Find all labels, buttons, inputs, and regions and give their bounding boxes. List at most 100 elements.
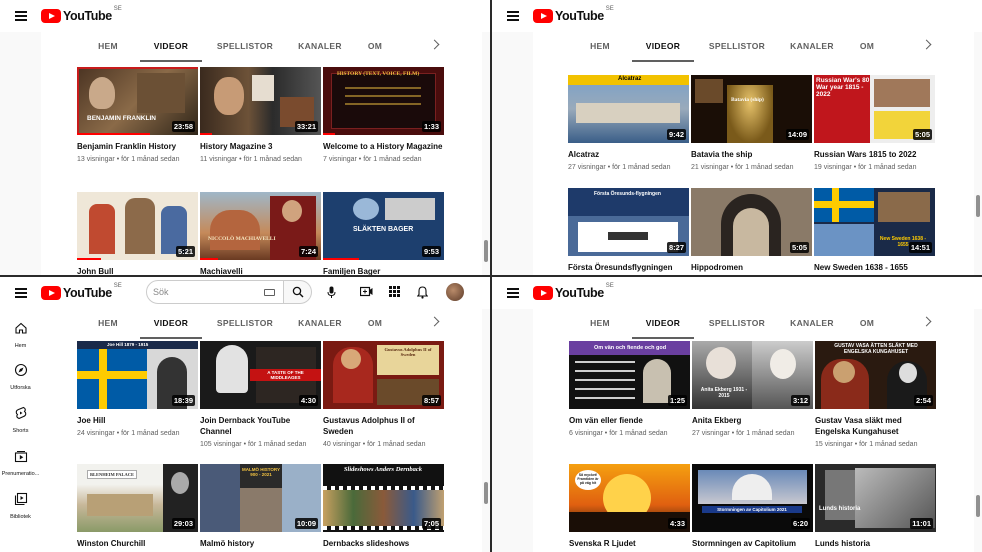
chevron-right-icon[interactable] [429,316,440,327]
menu-icon[interactable] [507,288,519,298]
video-card[interactable]: Första Öresunds-flygningen 8:27 Första Ö… [568,188,689,273]
video-card[interactable]: MALMÖ HISTORY 900 - 2021 10:09 Malmö his… [200,464,321,549]
video-title[interactable]: Winston Churchill [77,538,198,549]
video-thumbnail[interactable]: Batavia (ship) 14:09 [691,75,812,143]
tab-videos[interactable]: VIDEOR [632,309,694,339]
tab-about[interactable]: OM [360,309,390,339]
chevron-right-icon[interactable] [429,39,440,50]
video-title[interactable]: Lunds historia [815,538,936,549]
video-thumbnail[interactable]: SLÄKTEN BAGER 9:53 [323,192,444,260]
video-title[interactable]: New Sweden 1638 - 1655 [814,262,935,273]
video-title[interactable]: Hippodromen [691,262,812,273]
microphone-icon[interactable] [327,286,336,299]
video-thumbnail[interactable]: MALMÖ HISTORY 900 - 2021 10:09 [200,464,321,532]
video-title[interactable]: Stormningen av Capitolium [692,538,813,549]
tab-videos[interactable]: VIDEOR [632,32,694,62]
video-thumbnail[interactable]: New Sweden 1638 - 1655 14:51 [814,188,935,256]
video-thumbnail[interactable]: Lunds historia 11:01 [815,464,936,532]
scrollbar-thumb[interactable] [484,240,488,262]
tab-playlists[interactable]: SPELLISTOR [702,309,772,339]
tab-videos[interactable]: VIDEOR [140,32,202,62]
scrollbar-thumb[interactable] [976,195,980,217]
search-button[interactable] [284,280,312,304]
video-title[interactable]: Batavia the ship [691,149,812,160]
video-card[interactable]: SLÄKTEN BAGER 9:53 Familjen Bager [323,192,444,275]
video-title[interactable]: Join Dernback YouTube Channel [200,415,321,437]
sidebar-item-shorts[interactable]: Shorts [0,406,41,434]
video-card[interactable]: Russian War's 80 War year 1815 - 2022 5:… [814,75,935,172]
video-title[interactable]: Dernbacks slideshows [323,538,444,549]
chevron-right-icon[interactable] [921,316,932,327]
tab-channels[interactable]: KANALER [782,309,842,339]
video-title[interactable]: Machiavelli [200,266,321,275]
video-card[interactable]: Lunds historia 11:01 Lunds historia [815,464,936,549]
video-card[interactable]: HISTORY (TEXT, VOICE, FILM) 1:33 Welcome… [323,67,444,164]
avatar[interactable] [446,283,464,301]
video-card[interactable]: Alcatraz 9:42 Alcatraz 27 visningar • fö… [568,75,689,172]
tab-home[interactable]: HEM [573,309,627,339]
video-title[interactable]: Russian Wars 1815 to 2022 [814,149,935,160]
video-thumbnail[interactable]: Anita Ekberg 1931 - 2015 3:12 [692,341,813,409]
video-thumbnail[interactable]: 5:21 [77,192,198,260]
sidebar-item-home[interactable]: Hem [0,321,41,349]
sidebar-item-library[interactable]: Bibliotek [0,492,41,520]
notifications-bell-icon[interactable] [417,286,428,299]
search-input[interactable]: Sök [146,280,284,304]
video-thumbnail[interactable]: Alcatraz 9:42 [568,75,689,143]
video-title[interactable]: Malmö history [200,538,321,549]
tab-home[interactable]: HEM [81,32,135,62]
youtube-logo[interactable]: YouTube SE [41,283,122,300]
tab-channels[interactable]: KANALER [290,309,350,339]
video-title[interactable]: Benjamin Franklin History [77,141,198,152]
video-card[interactable]: Joe Hill 1879 - 1915 18:39 Joe Hill 24 v… [77,341,198,438]
tab-about[interactable]: OM [852,309,882,339]
video-card[interactable]: GUSTAV VASA ÄTTEN SLÄKT MED ENGELSKA KUN… [815,341,936,449]
video-thumbnail[interactable]: GUSTAV VASA ÄTTEN SLÄKT MED ENGELSKA KUN… [815,341,936,409]
apps-grid-icon[interactable] [389,286,400,297]
video-title[interactable]: Anita Ekberg [692,415,813,426]
tab-home[interactable]: HEM [81,309,135,339]
tab-home[interactable]: HEM [573,32,627,62]
video-title[interactable]: Familjen Bager [323,266,444,275]
video-title[interactable]: Om vän eller fiende [569,415,690,426]
create-video-icon[interactable] [360,286,373,297]
video-card[interactable]: 5:21 John Bull [77,192,198,275]
video-thumbnail[interactable]: 33:21 [200,67,321,135]
tab-videos[interactable]: VIDEOR [140,309,202,339]
video-thumbnail[interactable]: 5:05 [691,188,812,256]
video-card[interactable]: Batavia (ship) 14:09 Batavia the ship 21… [691,75,812,172]
video-thumbnail[interactable]: A TASTE OF THE MIDDLEAGES 4:30 [200,341,321,409]
chevron-right-icon[interactable] [921,39,932,50]
video-thumbnail[interactable]: Slideshows Anders Dernback 7:05 [323,464,444,532]
video-thumbnail[interactable]: Om vän och fiende och god 1:25 [569,341,690,409]
video-title[interactable]: Welcome to a History Magazine [323,141,444,152]
sidebar-item-subscriptions[interactable]: Prenumeratio... [0,449,41,477]
video-thumbnail[interactable]: HISTORY (TEXT, VOICE, FILM) 1:33 [323,67,444,135]
video-title[interactable]: Första Öresundsflygningen [568,262,689,273]
video-thumbnail[interactable]: Joe Hill 1879 - 1915 18:39 [77,341,198,409]
video-thumbnail[interactable]: Gustavus Adolphus II of Sweden 8:57 [323,341,444,409]
youtube-logo[interactable]: YouTube SE [533,6,614,23]
tab-playlists[interactable]: SPELLISTOR [210,32,280,62]
tab-playlists[interactable]: SPELLISTOR [702,32,772,62]
video-card[interactable]: 5:05 Hippodromen [691,188,812,273]
sidebar-item-explore[interactable]: Utforska [0,363,41,391]
video-card[interactable]: BENJAMIN FRANKLIN 23:58 Benjamin Frankli… [77,67,198,164]
video-card[interactable]: Så mycket! Framtiden är på väg hit 4:33 … [569,464,690,549]
video-card[interactable]: Anita Ekberg 1931 - 2015 3:12 Anita Ekbe… [692,341,813,438]
video-card[interactable]: BLENHEIM PALACE 29:03 Winston Churchill [77,464,198,549]
menu-icon[interactable] [15,11,27,21]
video-card[interactable]: NICCOLÒ MACHIAVELLI 7:24 Machiavelli [200,192,321,275]
video-thumbnail[interactable]: Så mycket! Framtiden är på väg hit 4:33 [569,464,690,532]
video-thumbnail[interactable]: NICCOLÒ MACHIAVELLI 7:24 [200,192,321,260]
video-card[interactable]: A TASTE OF THE MIDDLEAGES 4:30 Join Dern… [200,341,321,449]
video-card[interactable]: Slideshows Anders Dernback 7:05 Dernback… [323,464,444,549]
menu-icon[interactable] [507,11,519,21]
tab-about[interactable]: OM [852,32,882,62]
video-title[interactable]: Joe Hill [77,415,198,426]
video-title[interactable]: Alcatraz [568,149,689,160]
video-title[interactable]: Gustav Vasa släkt med Engelska Kungahuse… [815,415,936,437]
video-card[interactable]: Stormningen av Capitolium 2021 6:20 Stor… [692,464,813,549]
tab-channels[interactable]: KANALER [290,32,350,62]
tab-channels[interactable]: KANALER [782,32,842,62]
